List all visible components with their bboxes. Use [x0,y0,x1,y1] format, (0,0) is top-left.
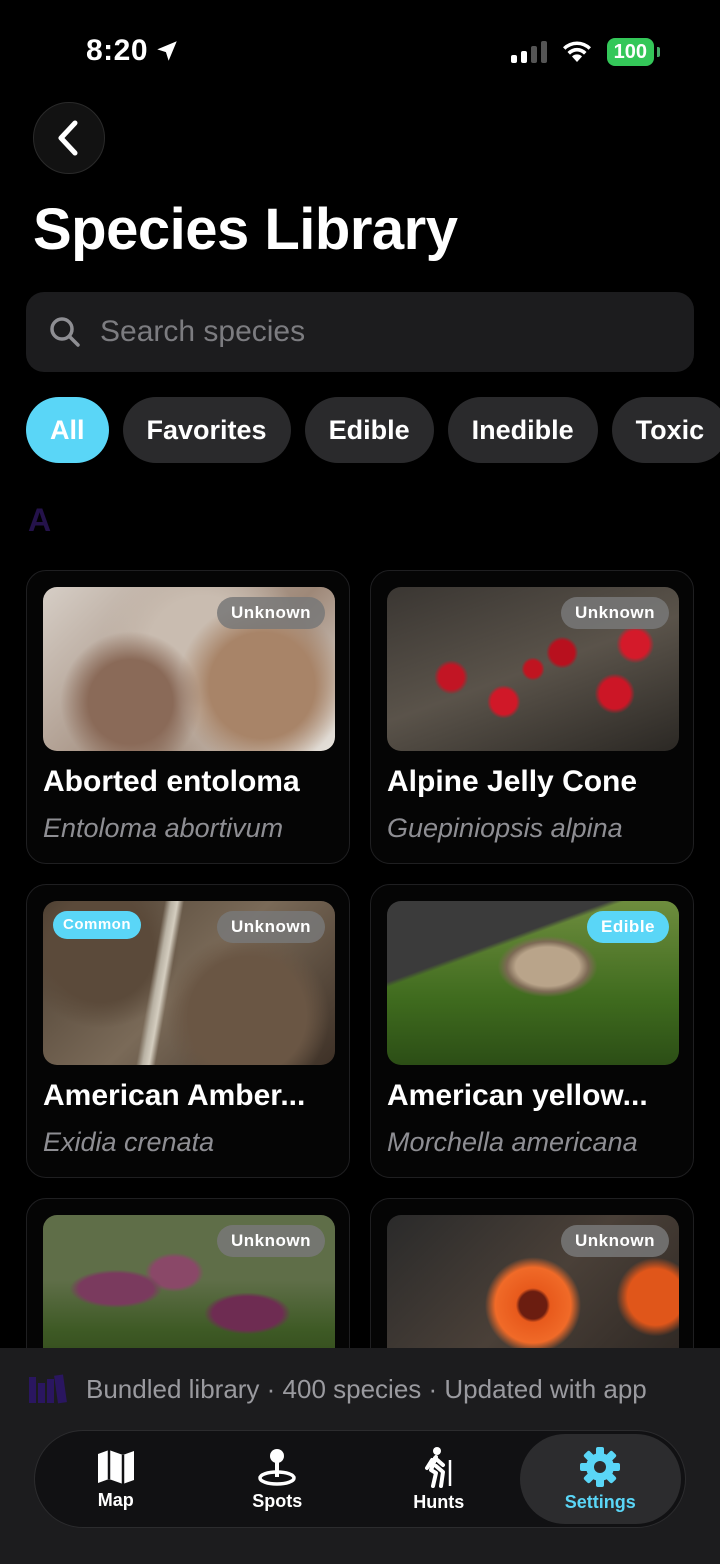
wifi-icon [562,41,591,62]
tab-settings[interactable]: Settings [519,1434,681,1524]
species-card[interactable]: Edible American yellow... Morchella amer… [370,884,694,1178]
chip-toxic[interactable]: Toxic [611,397,720,463]
species-name: Alpine Jelly Cone [387,765,638,798]
species-photo: Unknown [43,587,335,751]
library-info-bar: Bundled library · 400 species · Updated … [0,1348,720,1430]
status-badge: Unknown [561,597,669,629]
common-badge: Common [53,911,141,939]
filter-chips: All Favorites Edible Inedible Toxic [26,397,720,463]
section-header: A [28,502,52,538]
species-card[interactable]: Unknown Aborted entoloma Entoloma aborti… [26,570,350,864]
chip-edible[interactable]: Edible [304,397,434,463]
status-badge: Edible [586,911,669,943]
gear-icon [580,1446,621,1487]
search-icon [50,317,80,347]
signal-icon [510,41,547,63]
status-badge: Unknown [561,1225,669,1257]
chip-favorites[interactable]: Favorites [122,397,291,463]
back-button[interactable] [33,102,105,174]
species-scientific-name: Entoloma abortivum [43,813,284,843]
tab-spots[interactable]: Spots [197,1434,359,1524]
map-icon [97,1449,134,1484]
species-scientific-name: Exidia crenata [43,1127,215,1157]
status-indicators: 100 [510,38,661,66]
location-arrow-icon [157,41,177,61]
species-photo: Edible [387,901,679,1065]
status-badge: Unknown [217,911,325,943]
tab-label: Hunts [413,1491,465,1512]
species-card[interactable]: Unknown Alpine Jelly Cone Guepiniopsis a… [370,570,694,864]
pin-icon [258,1448,296,1486]
status-badge: Unknown [217,597,325,629]
tab-label: Settings [564,1491,636,1512]
species-name: American Amber... [43,1079,306,1112]
page-title: Species Library [33,197,458,262]
search-input[interactable] [100,315,660,349]
library-info-text: Bundled library · 400 species · Updated … [86,1373,647,1404]
status-badge: Unknown [217,1225,325,1257]
tab-bar: Map Spots Hunts Settings [34,1430,686,1528]
species-scientific-name: Morchella americana [387,1127,638,1157]
clock: 8:20 [86,34,149,67]
status-bar: 8:20 100 [0,0,720,100]
tab-label: Map [97,1489,134,1510]
species-scientific-name: Guepiniopsis alpina [387,813,623,843]
species-photo: Unknown [387,587,679,751]
tab-label: Spots [252,1490,303,1511]
chevron-left-icon [58,120,78,156]
status-time: 8:20 [86,34,180,68]
battery-indicator: 100 [606,38,661,66]
chip-all[interactable]: All [26,397,109,463]
species-name: Aborted entoloma [43,765,300,798]
chip-inedible[interactable]: Inedible [447,397,598,463]
species-card[interactable]: Common Unknown American Amber... Exidia … [26,884,350,1178]
hiker-icon [424,1446,451,1488]
library-books-icon [29,1374,67,1404]
tab-hunts[interactable]: Hunts [358,1434,520,1524]
species-name: American yellow... [387,1079,648,1112]
search-bar[interactable] [26,292,694,372]
tab-map[interactable]: Map [35,1434,197,1524]
species-photo: Common Unknown [43,901,335,1065]
